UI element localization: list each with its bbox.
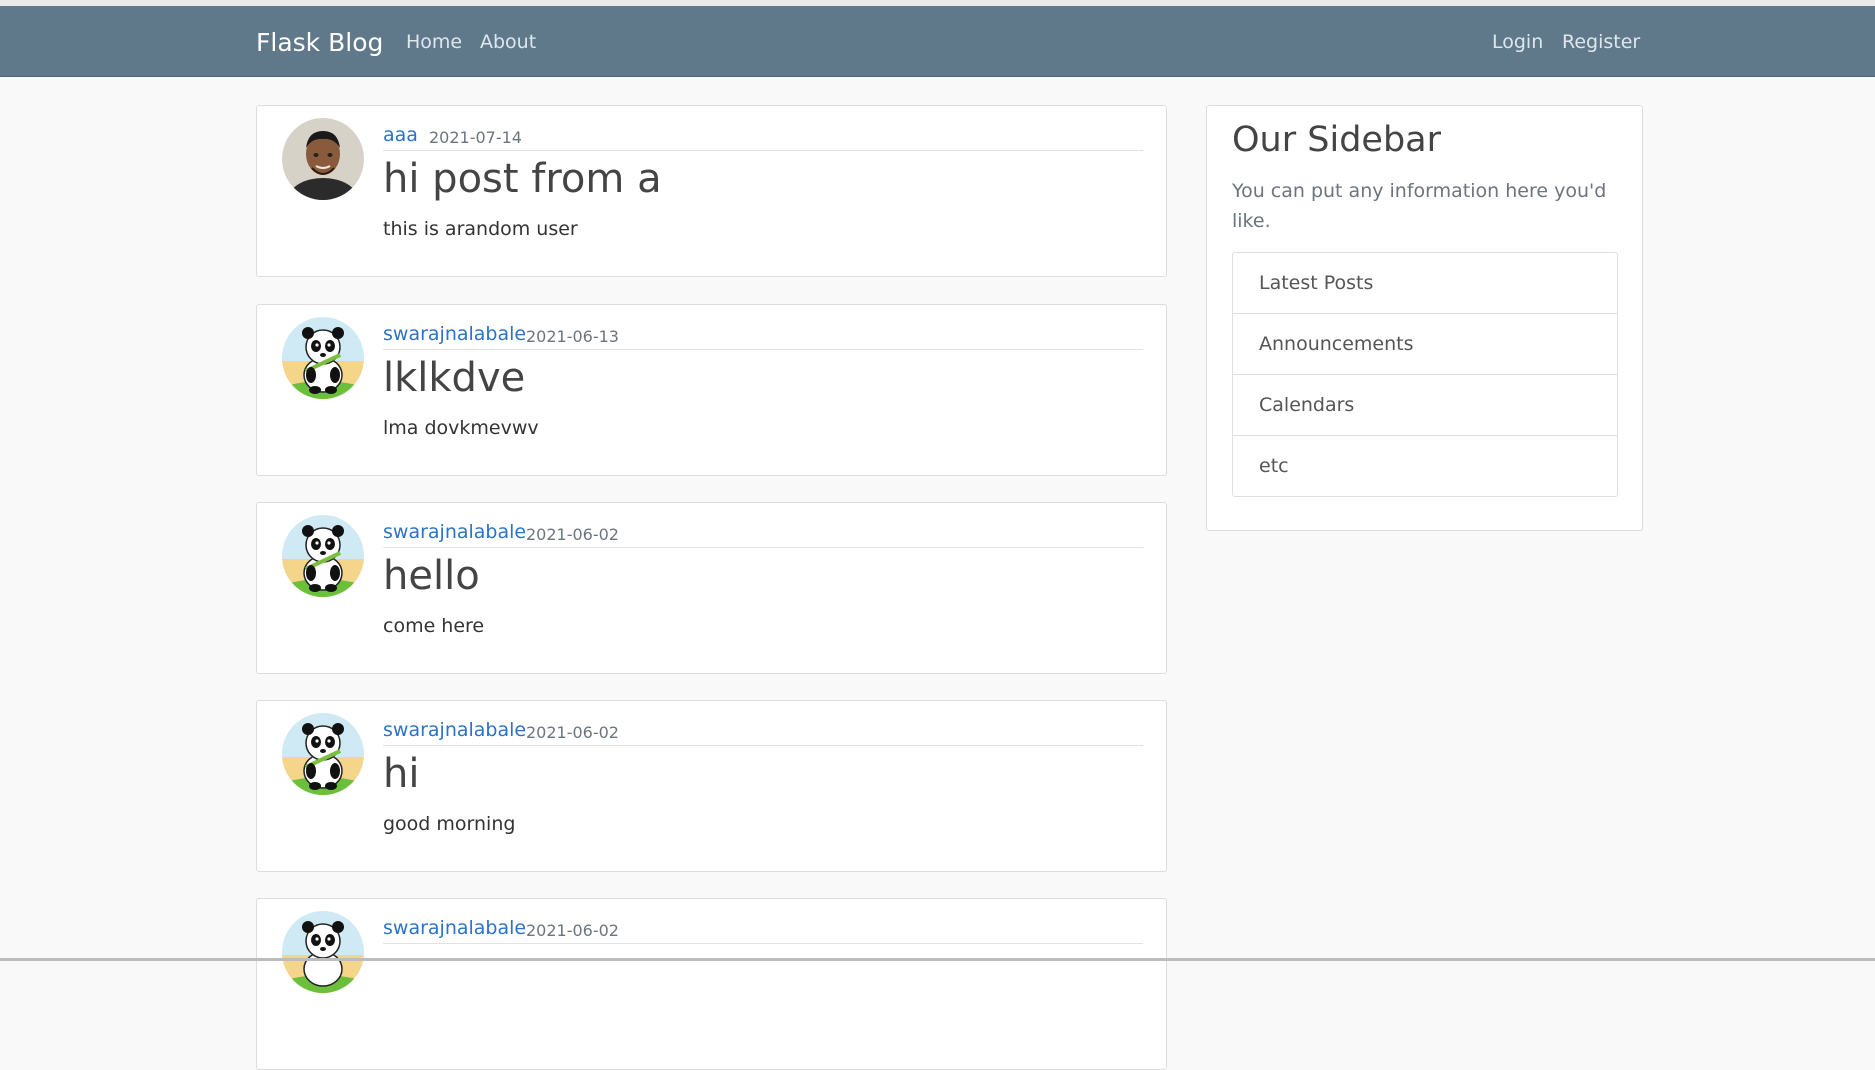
post-author-link[interactable]: swarajnalabale [383, 323, 526, 345]
post-card: swarajnalabale 2021-06-02 [256, 898, 1167, 1070]
nav-about-link[interactable]: About [480, 31, 536, 53]
post-meta: swarajnalabale 2021-06-13 [383, 323, 1143, 350]
nav-home-link[interactable]: Home [406, 31, 462, 53]
sidebar-item-etc[interactable]: etc [1232, 436, 1618, 497]
sidebar-item-calendars[interactable]: Calendars [1232, 375, 1618, 436]
sidebar-description: You can put any information here you'd l… [1232, 180, 1607, 232]
post-card: aaa 2021-07-14 hi post from a this is ar… [256, 105, 1167, 277]
post-date: 2021-06-02 [526, 921, 619, 940]
post-title-link[interactable]: lklkdve [383, 355, 525, 401]
post-author-link[interactable]: aaa [383, 124, 418, 146]
post-card: swarajnalabale 2021-06-02 hello come her… [256, 502, 1167, 674]
post-content: come here [383, 615, 485, 637]
post-title-link[interactable]: hello [383, 553, 480, 599]
post-date: 2021-06-02 [526, 525, 619, 544]
post-author-link[interactable]: swarajnalabale [383, 917, 526, 939]
brand-link[interactable]: Flask Blog [256, 28, 383, 57]
author-avatar [282, 713, 364, 795]
post-date: 2021-06-02 [526, 723, 619, 742]
post-author-link[interactable]: swarajnalabale [383, 521, 526, 543]
post-meta: swarajnalabale 2021-06-02 [383, 719, 1143, 746]
post-content: lma dovkmevwv [383, 417, 539, 439]
post-content: this is arandom user [383, 218, 578, 240]
nav-login-link[interactable]: Login [1492, 31, 1543, 53]
author-avatar [282, 317, 364, 399]
post-content: good morning [383, 813, 516, 835]
sidebar-title: Our Sidebar [1232, 120, 1441, 160]
nav-register-link[interactable]: Register [1562, 31, 1640, 53]
author-avatar [282, 515, 364, 597]
sidebar-item-latest-posts[interactable]: Latest Posts [1232, 252, 1618, 314]
post-date: 2021-07-14 [429, 128, 522, 147]
sidebar-list: Latest Posts Announcements Calendars etc [1232, 252, 1618, 497]
sidebar: Our Sidebar You can put any information … [1206, 105, 1643, 531]
post-title-link[interactable]: hi post from a [383, 156, 662, 202]
post-meta: aaa 2021-07-14 [383, 124, 1143, 151]
post-card: swarajnalabale 2021-06-13 lklkdve lma do… [256, 304, 1167, 476]
navbar: Flask Blog Home About Login Register [0, 6, 1875, 77]
author-avatar [282, 118, 364, 200]
post-title-link[interactable]: hi [383, 751, 419, 797]
post-meta: swarajnalabale 2021-06-02 [383, 521, 1143, 548]
post-card: swarajnalabale 2021-06-02 hi good mornin… [256, 700, 1167, 872]
post-author-link[interactable]: swarajnalabale [383, 719, 526, 741]
post-meta: swarajnalabale 2021-06-02 [383, 917, 1143, 944]
post-date: 2021-06-13 [526, 327, 619, 346]
sidebar-item-announcements[interactable]: Announcements [1232, 314, 1618, 375]
author-avatar [282, 911, 364, 993]
